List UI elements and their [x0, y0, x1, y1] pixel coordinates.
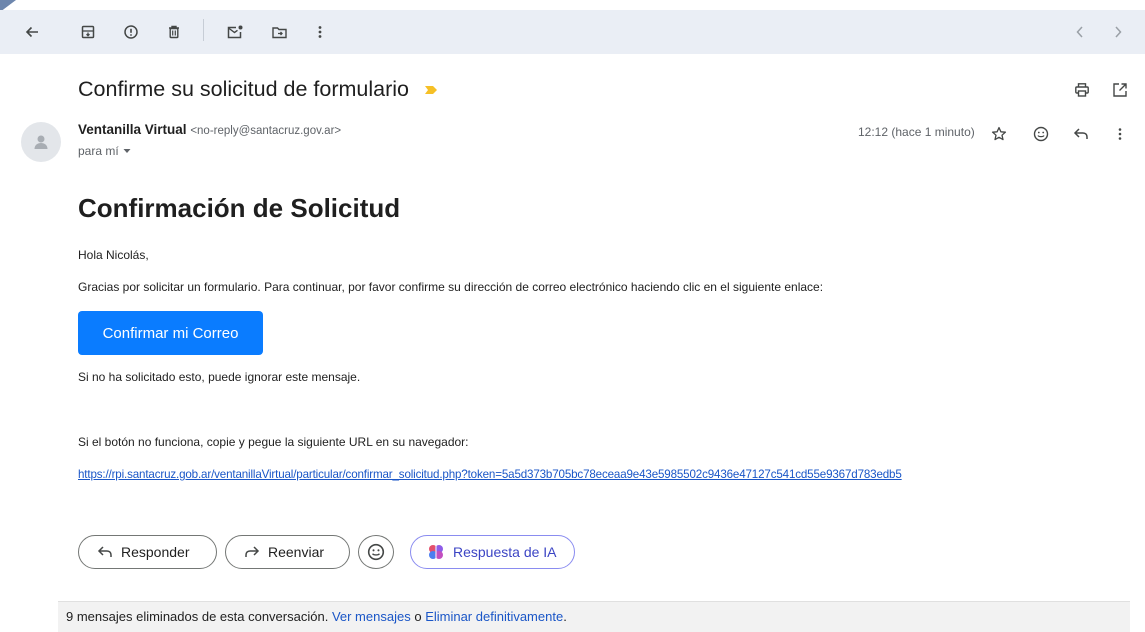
forward-label: Reenviar [268, 544, 325, 560]
sender-email: <no-reply@santacruz.gov.ar> [190, 125, 342, 137]
print-icon[interactable] [1071, 79, 1093, 101]
more-vertical-icon[interactable] [310, 20, 330, 44]
recipient-dropdown-icon[interactable] [123, 148, 131, 154]
ai-spark-icon [429, 545, 443, 559]
instructions-text: Gracias por solicitar un formulario. Par… [78, 280, 824, 294]
sender-name[interactable]: Ventanilla Virtual [78, 122, 187, 137]
sender-line: Ventanilla Virtual <no-reply@santacruz.g… [78, 122, 341, 137]
archive-icon[interactable] [77, 20, 99, 44]
move-to-icon[interactable] [268, 20, 290, 44]
more-options-icon[interactable] [1110, 124, 1130, 144]
reply-arrow-icon [97, 546, 112, 557]
deleted-messages-bar: 9 mensajes eliminados de esta conversaci… [58, 601, 1130, 632]
next-chevron-icon[interactable] [1108, 20, 1128, 44]
forward-arrow-icon [245, 546, 260, 557]
view-messages-link[interactable]: Ver mensajes [332, 609, 411, 624]
subject-text: Confirme su solicitud de formulario [78, 77, 409, 101]
open-new-window-icon[interactable] [1109, 79, 1131, 101]
confirm-url-link[interactable]: https://rpi.santacruz.gob.ar/ventanillaV… [78, 468, 902, 481]
emoji-react-icon[interactable] [1030, 124, 1052, 144]
avatar[interactable] [21, 122, 61, 162]
reply-label: Responder [121, 544, 190, 560]
greeting-text: Hola Nicolás, [78, 248, 149, 262]
reply-icon[interactable] [1070, 124, 1092, 144]
prev-chevron-icon[interactable] [1070, 20, 1090, 44]
report-spam-icon[interactable] [120, 20, 142, 44]
mark-unread-icon[interactable] [224, 20, 246, 44]
delete-icon[interactable] [163, 20, 185, 44]
star-icon[interactable] [988, 124, 1010, 144]
fallback-text: Si el botón no funciona, copie y pegue l… [78, 435, 469, 449]
ai-reply-label: Respuesta de IA [453, 544, 557, 560]
recipient-line[interactable]: para mí [78, 144, 131, 158]
deleted-messages-text: 9 mensajes eliminados de esta conversaci… [66, 609, 567, 624]
or-text: o [414, 609, 422, 624]
emoji-button[interactable] [358, 535, 394, 569]
recipient-label: para mí [78, 144, 119, 158]
email-heading: Confirmación de Solicitud [78, 193, 401, 223]
forward-button[interactable]: Reenviar [225, 535, 350, 569]
emoji-icon [367, 543, 385, 561]
delete-forever-link[interactable]: Eliminar definitivamente [425, 609, 563, 624]
email-time: 12:12 (hace 1 minuto) [858, 125, 975, 139]
ai-reply-button[interactable]: Respuesta de IA [410, 535, 575, 569]
reply-button[interactable]: Responder [78, 535, 217, 569]
person-icon [34, 135, 48, 149]
toolbar-separator [203, 19, 204, 41]
period-text: . [563, 609, 567, 624]
ignore-text: Si no ha solicitado esto, puede ignorar … [78, 370, 361, 384]
email-subject: Confirme su solicitud de formulario [78, 77, 439, 102]
deleted-count-text: 9 mensajes eliminados de esta conversaci… [66, 609, 329, 624]
important-marker-icon[interactable] [423, 83, 439, 97]
confirm-email-button[interactable]: Confirmar mi Correo [78, 311, 263, 355]
back-arrow-icon[interactable] [22, 20, 42, 44]
